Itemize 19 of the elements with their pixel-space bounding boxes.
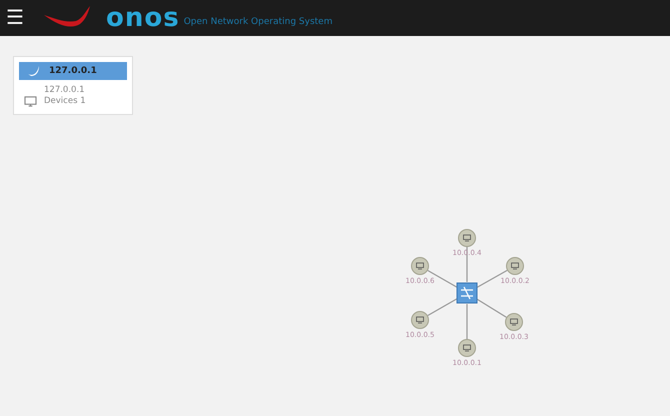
link-line [428, 298, 458, 316]
host-node[interactable] [411, 257, 429, 275]
tagline: Open Network Operating System [184, 17, 332, 27]
logo-text: onos [106, 5, 180, 31]
host-node[interactable] [411, 311, 429, 329]
menu-button[interactable]: ☰ [6, 8, 30, 28]
ip-address: 127.0.0.1 [44, 85, 86, 96]
host-node[interactable] [458, 339, 476, 357]
host-node[interactable] [458, 229, 476, 247]
host-node[interactable] [506, 257, 524, 275]
monitor-icon [24, 96, 37, 107]
link-line [466, 247, 468, 282]
link-line [466, 304, 468, 339]
host-node[interactable] [505, 313, 523, 331]
bird-icon [27, 65, 41, 77]
device-count: Devices 1 [44, 96, 86, 107]
switch-node[interactable] [456, 282, 478, 304]
panel-title: 127.0.0.1 [49, 66, 97, 76]
link-line [476, 298, 507, 318]
